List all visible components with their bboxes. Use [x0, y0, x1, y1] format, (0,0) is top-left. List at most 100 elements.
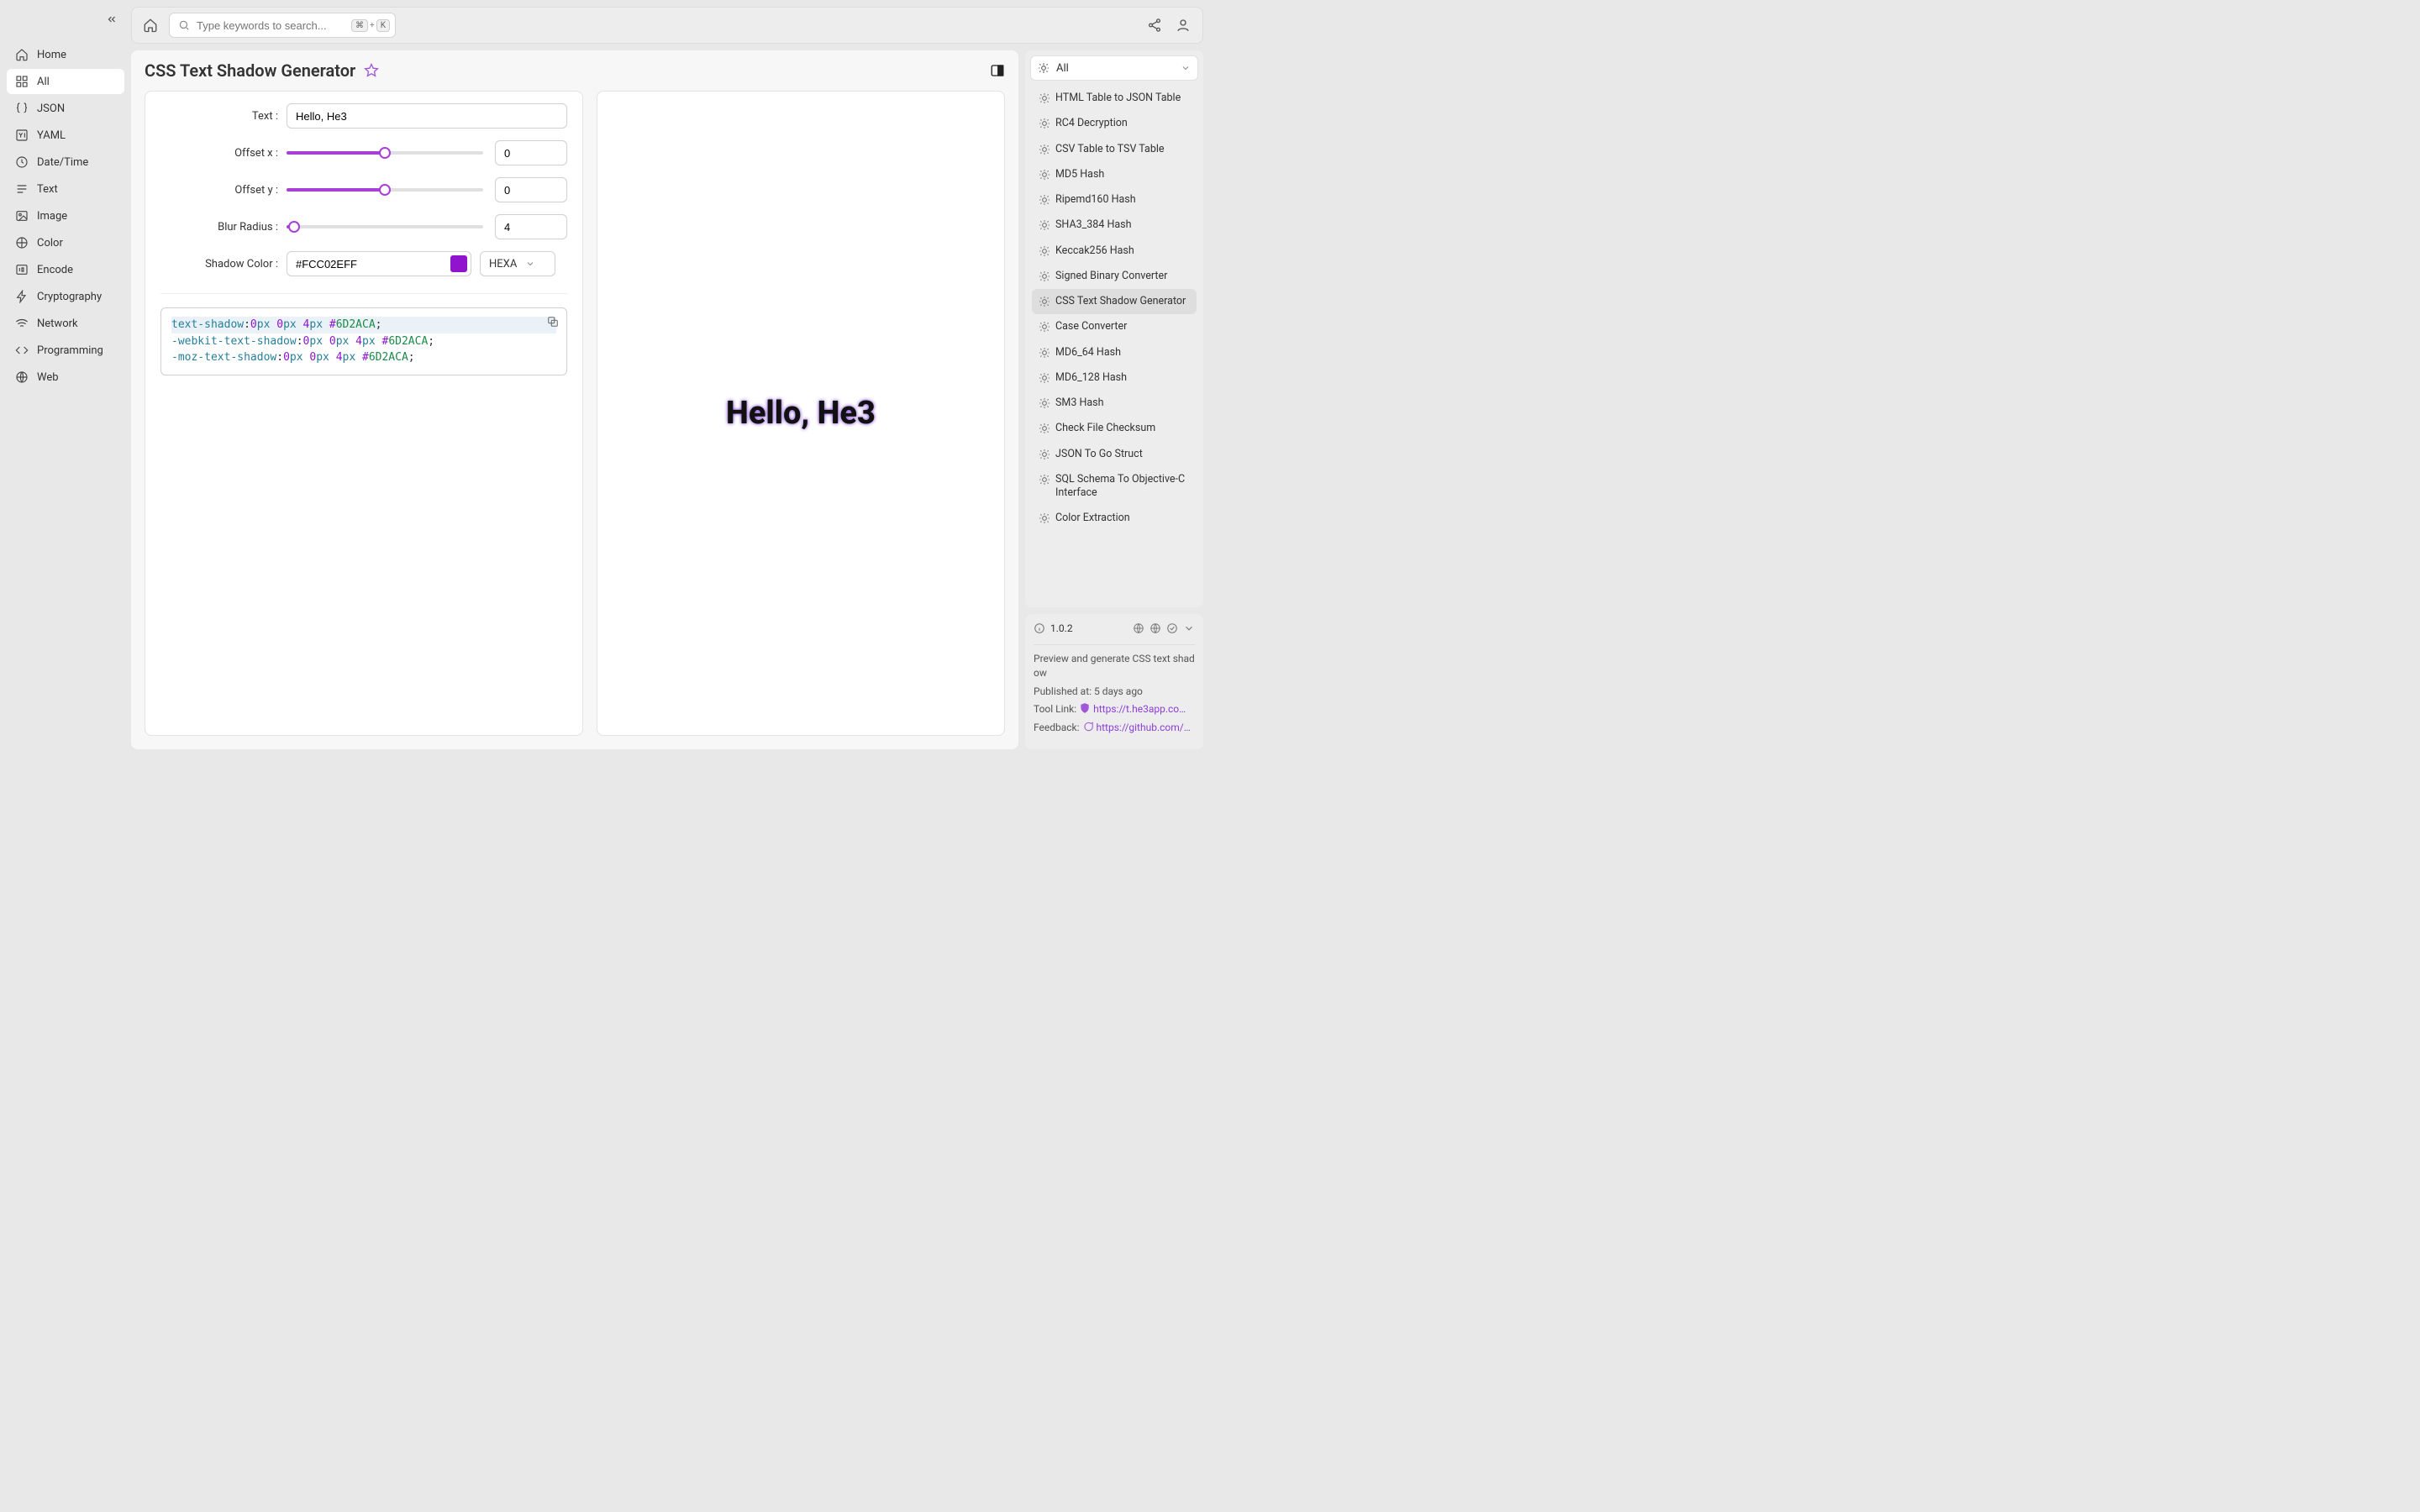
- sidebar-item-encode[interactable]: Encode: [7, 257, 124, 282]
- sidebar-item-yaml[interactable]: YAML: [7, 123, 124, 148]
- tool-item-label: MD5 Hash: [1055, 168, 1104, 181]
- sidebar-item-label: Color: [37, 237, 63, 249]
- sidebar-item-color[interactable]: Color: [7, 230, 124, 255]
- tool-item[interactable]: MD6_128 Hash: [1032, 365, 1197, 391]
- tool-item[interactable]: SHA3_384 Hash: [1032, 213, 1197, 238]
- plugin-icon: [1039, 321, 1050, 333]
- tool-item[interactable]: JSON To Go Struct: [1032, 442, 1197, 467]
- sidebar-item-text[interactable]: Text: [7, 176, 124, 202]
- tool-item[interactable]: Keccak256 Hash: [1032, 239, 1197, 264]
- tool-item[interactable]: SM3 Hash: [1032, 391, 1197, 416]
- tool-item-label: CSS Text Shadow Generator: [1055, 295, 1186, 308]
- offsety-value[interactable]: [495, 177, 567, 202]
- plugin-icon: [1039, 512, 1050, 524]
- tool-item-label: Case Converter: [1055, 320, 1127, 333]
- sidebar-item-web[interactable]: Web: [7, 365, 124, 390]
- plugin-icon: [1039, 449, 1050, 460]
- tool-item[interactable]: MD5 Hash: [1032, 162, 1197, 187]
- wifi-icon: [15, 317, 29, 330]
- published-at: Published at: 5 days ago: [1034, 685, 1195, 699]
- text-label: Text :: [160, 110, 278, 123]
- sidebar-item-label: All: [37, 76, 50, 88]
- version-text: 1.0.2: [1050, 622, 1073, 634]
- plugin-icon: [1039, 397, 1050, 409]
- globe-icon[interactable]: [1150, 622, 1161, 634]
- sidebar-item-network[interactable]: Network: [7, 311, 124, 336]
- sidebar-item-all[interactable]: All: [7, 69, 124, 94]
- sidebar: Home All JSONYAML Date/Time TextImage Color En…: [0, 0, 131, 756]
- feedback-link[interactable]: https://github.com/…: [1097, 722, 1191, 733]
- search-input[interactable]: [197, 19, 345, 32]
- color-format-value: HEXA: [489, 258, 517, 270]
- offsety-slider-thumb[interactable]: [379, 184, 391, 196]
- tool-item[interactable]: MD6_64 Hash: [1032, 340, 1197, 365]
- bolt-icon: [15, 290, 29, 303]
- tool-item[interactable]: CSS Text Shadow Generator: [1032, 289, 1197, 314]
- check-circle-icon[interactable]: [1166, 622, 1178, 634]
- preview-panel: Hello, He3: [597, 91, 1005, 736]
- chevron-down-icon[interactable]: [1183, 622, 1195, 634]
- tool-list[interactable]: HTML Table to JSON Table RC4 Decryption CS…: [1030, 86, 1198, 533]
- tool-item[interactable]: CSV Table to TSV Table: [1032, 137, 1197, 162]
- sidebar-item-home[interactable]: Home: [7, 42, 124, 67]
- color-swatch[interactable]: [450, 255, 467, 272]
- offsetx-slider[interactable]: [287, 151, 483, 155]
- tool-item[interactable]: Ripemd160 Hash: [1032, 187, 1197, 213]
- page-title: CSS Text Shadow Generator: [145, 60, 355, 81]
- binary-icon: [15, 263, 29, 276]
- tool-item[interactable]: RC4 Decryption: [1032, 111, 1197, 136]
- shadow-color-label: Shadow Color :: [160, 258, 278, 270]
- shadow-color-input[interactable]: [287, 251, 471, 276]
- copy-button[interactable]: [544, 313, 561, 330]
- tool-item[interactable]: Check File Checksum: [1032, 416, 1197, 441]
- tool-item-label: Check File Checksum: [1055, 422, 1155, 435]
- globe-icon[interactable]: [1133, 622, 1144, 634]
- tool-item-label: SM3 Hash: [1055, 396, 1104, 410]
- form-panel: Text : Offset x :: [145, 91, 583, 736]
- yaml-icon: [15, 129, 29, 142]
- code-line-2: -webkit-text-shadow:0px 0px 4px #6D2ACA;: [171, 333, 556, 350]
- plugin-icon: [1039, 194, 1050, 206]
- tool-item[interactable]: HTML Table to JSON Table: [1032, 86, 1197, 111]
- favorite-button[interactable]: [364, 63, 379, 78]
- tool-item[interactable]: Color Extraction: [1032, 506, 1197, 531]
- code-icon: [15, 344, 29, 357]
- plugin-icon: [1039, 296, 1050, 307]
- category-filter-label: All: [1056, 62, 1069, 75]
- sidebar-item-label: Date/Time: [37, 156, 88, 169]
- search-box[interactable]: ⌘ + K: [169, 13, 396, 38]
- text-input[interactable]: [287, 103, 567, 129]
- tool-item[interactable]: Signed Binary Converter: [1032, 264, 1197, 289]
- sidebar-item-image[interactable]: Image: [7, 203, 124, 228]
- shadow-color-hex[interactable]: [296, 258, 444, 270]
- tool-item[interactable]: SQL Schema To Objective-C Interface: [1032, 467, 1197, 507]
- tool-meta: 1.0.2 Preview and generate CSS text shad…: [1025, 614, 1203, 749]
- category-filter[interactable]: All: [1030, 55, 1198, 81]
- plugin-icon: [1039, 474, 1050, 486]
- chat-icon: [1082, 721, 1094, 732]
- offsetx-value[interactable]: [495, 140, 567, 165]
- offsety-slider[interactable]: [287, 188, 483, 192]
- blur-slider[interactable]: [287, 225, 483, 228]
- share-button[interactable]: [1145, 16, 1164, 34]
- account-button[interactable]: [1174, 16, 1192, 34]
- offsetx-slider-thumb[interactable]: [379, 147, 391, 159]
- text-icon: [15, 182, 29, 196]
- home-button[interactable]: [142, 17, 159, 34]
- tool-link[interactable]: https://t.he3app.co…: [1093, 703, 1186, 715]
- blur-slider-thumb[interactable]: [288, 221, 300, 233]
- plugin-icon: [1039, 219, 1050, 231]
- sidebar-collapse-button[interactable]: [104, 12, 119, 27]
- code-line-3: -moz-text-shadow:0px 0px 4px #6D2ACA;: [171, 349, 556, 366]
- shield-icon: [1079, 702, 1091, 714]
- tool-item[interactable]: Case Converter: [1032, 314, 1197, 339]
- sidebar-item-json[interactable]: JSON: [7, 96, 124, 121]
- sidebar-item-programming[interactable]: Programming: [7, 338, 124, 363]
- color-format-select[interactable]: HEXA: [480, 251, 555, 276]
- chevron-down-icon: [525, 259, 535, 269]
- blur-value[interactable]: [495, 214, 567, 239]
- tool-item-label: RC4 Decryption: [1055, 117, 1128, 130]
- sidebar-item-date-time[interactable]: Date/Time: [7, 150, 124, 175]
- layout-toggle-button[interactable]: [990, 63, 1005, 78]
- sidebar-item-cryptography[interactable]: Cryptography: [7, 284, 124, 309]
